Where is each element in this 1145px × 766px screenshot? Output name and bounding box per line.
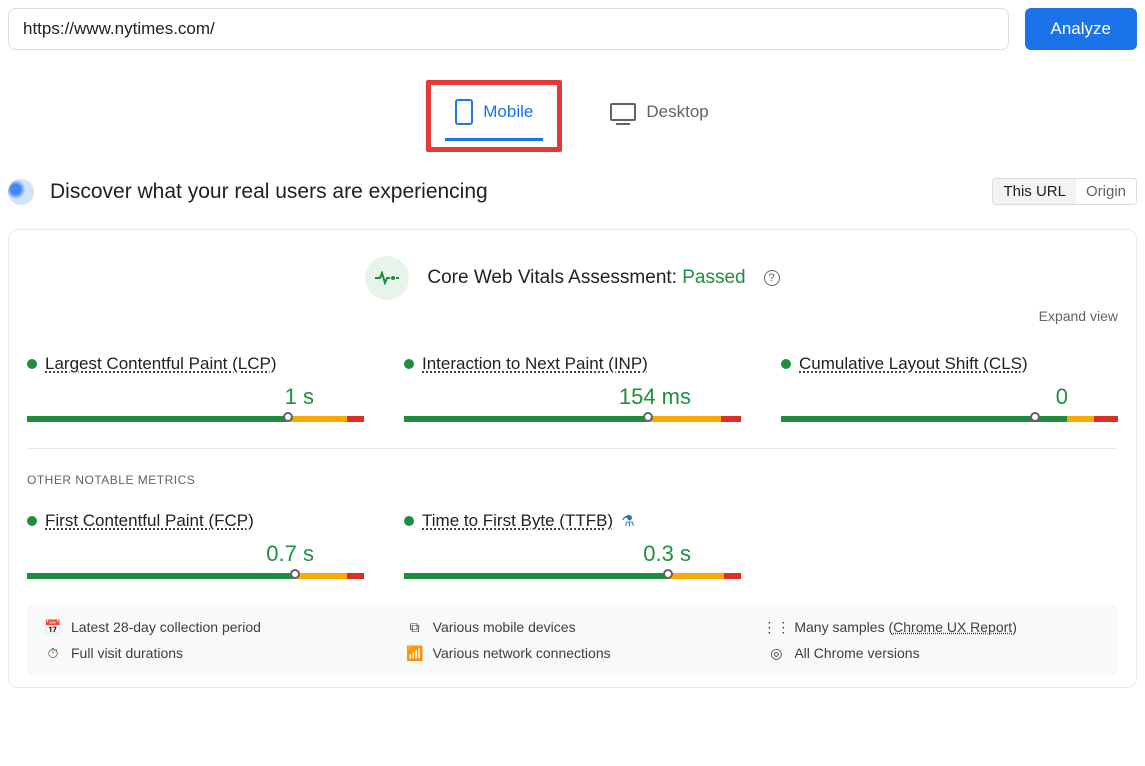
help-icon[interactable]: ? bbox=[764, 270, 780, 286]
metric-title-cls[interactable]: Cumulative Layout Shift (CLS) bbox=[799, 354, 1028, 374]
status-dot-icon bbox=[27, 516, 37, 526]
footer-devices: Various mobile devices bbox=[433, 619, 576, 635]
metric-ttfb: Time to First Byte (TTFB) ⚗ 0.3 s bbox=[404, 511, 741, 579]
chrome-ux-link[interactable]: Chrome UX Report bbox=[893, 619, 1012, 635]
metric-bar-fcp bbox=[27, 573, 364, 579]
page-title: Discover what your real users are experi… bbox=[50, 180, 976, 204]
other-metrics-label: OTHER NOTABLE METRICS bbox=[27, 473, 1118, 487]
network-icon: 📶 bbox=[407, 645, 423, 661]
status-dot-icon bbox=[781, 359, 791, 369]
footer-versions: All Chrome versions bbox=[794, 645, 919, 661]
metric-bar-ttfb bbox=[404, 573, 741, 579]
discover-icon bbox=[8, 179, 34, 205]
mobile-icon bbox=[455, 99, 473, 125]
metric-value-ttfb: 0.3 s bbox=[404, 541, 741, 567]
metric-bar-cls bbox=[781, 416, 1118, 422]
footer-info: 📅 Latest 28-day collection period ⧉ Variou… bbox=[27, 605, 1118, 675]
calendar-icon: 📅 bbox=[45, 619, 61, 635]
metric-lcp: Largest Contentful Paint (LCP) 1 s bbox=[27, 354, 364, 422]
samples-icon: ⋮⋮ bbox=[768, 619, 784, 635]
metric-title-inp[interactable]: Interaction to Next Paint (INP) bbox=[422, 354, 648, 374]
metric-title-ttfb[interactable]: Time to First Byte (TTFB) bbox=[422, 511, 613, 531]
toggle-origin[interactable]: Origin bbox=[1076, 179, 1136, 204]
tab-desktop-label: Desktop bbox=[646, 102, 708, 122]
url-input[interactable] bbox=[8, 8, 1009, 50]
scope-toggle: This URL Origin bbox=[992, 178, 1137, 205]
metric-value-inp: 154 ms bbox=[404, 384, 741, 410]
metric-value-lcp: 1 s bbox=[27, 384, 364, 410]
tab-desktop[interactable]: Desktop bbox=[600, 96, 718, 136]
metric-title-lcp[interactable]: Largest Contentful Paint (LCP) bbox=[45, 354, 277, 374]
metric-cls: Cumulative Layout Shift (CLS) 0 bbox=[781, 354, 1118, 422]
status-dot-icon bbox=[27, 359, 37, 369]
footer-durations: Full visit durations bbox=[71, 645, 183, 661]
timer-icon: ⏱ bbox=[45, 645, 61, 661]
flask-icon: ⚗ bbox=[621, 512, 634, 530]
metric-value-cls: 0 bbox=[781, 384, 1118, 410]
tab-mobile-label: Mobile bbox=[483, 102, 533, 122]
footer-samples: Many samples (Chrome UX Report) bbox=[794, 619, 1017, 635]
metric-fcp: First Contentful Paint (FCP) 0.7 s bbox=[27, 511, 364, 579]
tab-mobile[interactable]: Mobile bbox=[445, 93, 543, 139]
mobile-tab-highlight: Mobile bbox=[426, 80, 562, 152]
assessment-label: Core Web Vitals Assessment: Passed bbox=[427, 267, 745, 289]
metric-bar-inp bbox=[404, 416, 741, 422]
analyze-button[interactable]: Analyze bbox=[1025, 8, 1137, 50]
metric-inp: Interaction to Next Paint (INP) 154 ms bbox=[404, 354, 741, 422]
footer-network: Various network connections bbox=[433, 645, 611, 661]
metric-title-fcp[interactable]: First Contentful Paint (FCP) bbox=[45, 511, 254, 531]
metric-value-fcp: 0.7 s bbox=[27, 541, 364, 567]
metric-bar-lcp bbox=[27, 416, 364, 422]
status-dot-icon bbox=[404, 516, 414, 526]
toggle-this-url[interactable]: This URL bbox=[993, 179, 1076, 204]
results-card: Core Web Vitals Assessment: Passed ? Exp… bbox=[8, 229, 1137, 688]
devices-icon: ⧉ bbox=[407, 619, 423, 635]
expand-view-link[interactable]: Expand view bbox=[27, 308, 1118, 324]
assessment-status: Passed bbox=[682, 267, 745, 288]
chrome-icon: ◎ bbox=[768, 645, 784, 661]
status-dot-icon bbox=[404, 359, 414, 369]
footer-period: Latest 28-day collection period bbox=[71, 619, 261, 635]
desktop-icon bbox=[610, 103, 636, 121]
pulse-icon bbox=[365, 256, 409, 300]
